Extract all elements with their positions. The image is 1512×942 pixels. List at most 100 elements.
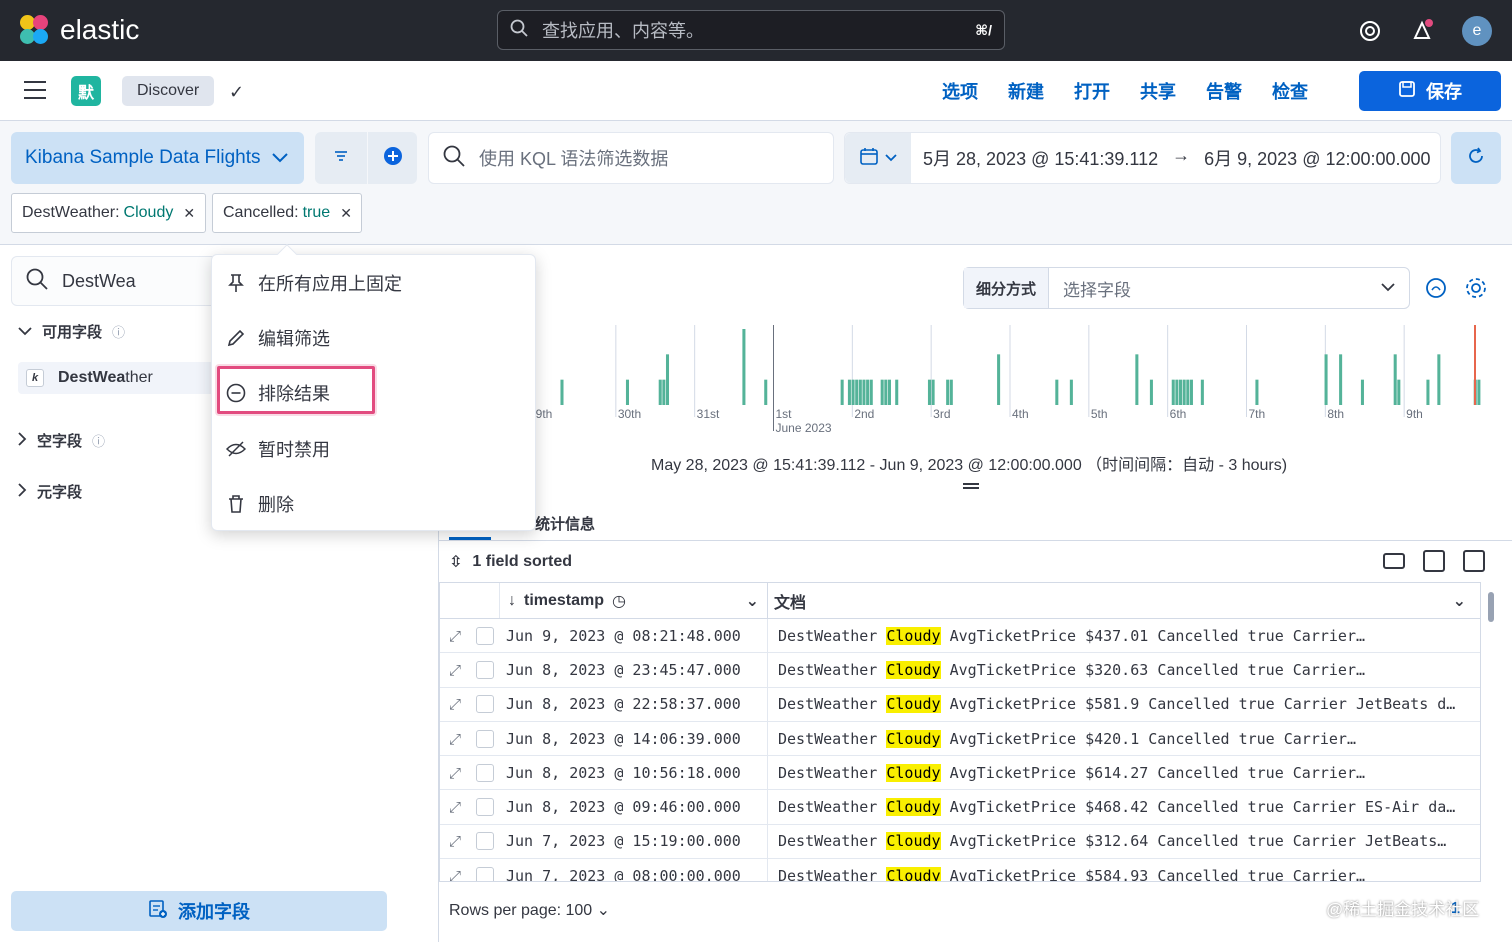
expand-icon[interactable]: ⤢ — [440, 832, 470, 850]
data-view-picker[interactable]: Kibana Sample Data Flights — [11, 132, 304, 184]
table-row[interactable]: ⤢ Jun 8, 2023 @ 10:56:18.000 DestWeather C… — [440, 756, 1480, 791]
kql-search-input[interactable]: 使用 KQL 语法筛选数据 — [428, 132, 834, 184]
expand-icon[interactable]: ⤢ — [440, 627, 470, 645]
row-checkbox[interactable] — [476, 729, 494, 748]
help-icon[interactable] — [1358, 19, 1382, 43]
add-field-button[interactable]: 添加字段 — [11, 891, 387, 931]
keyword-type-icon: k — [26, 369, 44, 387]
row-checkbox[interactable] — [476, 832, 494, 851]
row-checkbox[interactable] — [476, 660, 494, 679]
table-row[interactable]: ⤢ Jun 8, 2023 @ 09:46:00.000 DestWeather C… — [440, 790, 1480, 825]
sorted-label[interactable]: 1 field sorted — [472, 553, 572, 571]
space-badge[interactable]: 默 — [71, 76, 101, 106]
save-button[interactable]: 保存 — [1359, 71, 1501, 111]
row-checkbox[interactable] — [476, 798, 494, 817]
fullscreen-icon[interactable] — [1463, 550, 1485, 572]
histogram-bar — [1179, 379, 1183, 405]
menu-item-edit[interactable]: 编辑筛选 — [226, 320, 330, 356]
resize-handle-icon[interactable] — [963, 483, 979, 489]
tab-selected-indicator — [449, 537, 491, 540]
add-filter-button[interactable] — [368, 132, 417, 184]
row-checkbox[interactable] — [476, 866, 494, 881]
grid-toolbar: ⇳ 1 field sorted — [439, 542, 1503, 582]
nav-link-options[interactable]: 选项 — [942, 78, 978, 104]
menu-item-delete[interactable]: 删除 — [226, 486, 294, 522]
eye-closed-icon — [226, 439, 246, 459]
columns-icon[interactable] — [1423, 550, 1445, 572]
doc-field-name: AvgTicketPrice — [949, 729, 1077, 748]
empty-fields-toggle[interactable]: 空字段 ⓘ — [18, 430, 105, 451]
main-panel: 细分方式 选择字段 29th 30th 31st 1stJune 2023 2nd 3rd… — [438, 255, 1512, 942]
top-header: elastic 查找应用、内容等。 ⌘/ e — [0, 0, 1512, 61]
refresh-button[interactable] — [1451, 132, 1501, 184]
query-bar: Kibana Sample Data Flights 使用 KQL 语法筛选数据 — [0, 121, 1512, 245]
quick-date-button[interactable] — [845, 133, 911, 183]
available-fields-toggle[interactable]: 可用字段 ⓘ — [18, 321, 125, 342]
expand-icon[interactable]: ⤢ — [440, 764, 470, 782]
menu-item-disable[interactable]: 暂时禁用 — [226, 431, 330, 467]
doc-price: $437.01 — [1085, 626, 1149, 645]
table-row[interactable]: ⤢ Jun 8, 2023 @ 23:45:47.000 DestWeather C… — [440, 653, 1480, 688]
column-header-timestamp[interactable]: ↓ timestamp ◷ ⌄ — [500, 583, 768, 618]
date-end[interactable]: 6月 9, 2023 @ 12:00:00.000 — [1204, 145, 1430, 171]
gear-icon[interactable] — [1464, 276, 1488, 305]
close-icon[interactable]: ✕ — [183, 205, 195, 222]
sort-icon[interactable]: ⇳ — [449, 552, 462, 572]
table-row[interactable]: ⤢ Jun 9, 2023 @ 08:21:48.000 DestWeather C… — [440, 619, 1480, 654]
nav-link-inspect[interactable]: 检查 — [1272, 78, 1308, 104]
nav-link-share[interactable]: 共享 — [1140, 78, 1176, 104]
ai-assistant-icon[interactable] — [1424, 276, 1448, 305]
notifications-icon[interactable] — [1410, 18, 1434, 43]
histogram-bar — [1175, 379, 1179, 405]
table-row[interactable]: ⤢ Jun 8, 2023 @ 14:06:39.000 DestWeather C… — [440, 721, 1480, 757]
x-tick-label: 1st — [776, 407, 793, 421]
filter-pill-destweather[interactable]: DestWeather: Cloudy ✕ — [11, 193, 206, 233]
close-icon[interactable]: ✕ — [340, 205, 352, 222]
row-checkbox[interactable] — [476, 695, 494, 714]
nav-link-alerts[interactable]: 告警 — [1206, 78, 1242, 104]
chevron-down-icon[interactable]: ⌄ — [746, 591, 759, 611]
nav-link-new[interactable]: 新建 — [1008, 78, 1044, 104]
filter-menu-button[interactable] — [315, 132, 367, 184]
elastic-logo[interactable]: elastic — [18, 13, 139, 47]
row-checkbox[interactable] — [476, 626, 494, 645]
histogram-chart[interactable]: 29th 30th 31st 1stJune 2023 2nd 3rd 4th 5th 6th 7… — [535, 325, 1481, 435]
expand-icon[interactable]: ⤢ — [440, 695, 470, 713]
filter-pill-cancelled[interactable]: Cancelled: true ✕ — [212, 193, 362, 233]
menu-item-pin[interactable]: 在所有应用上固定 — [226, 265, 402, 301]
x-tick-label: 29th — [535, 407, 552, 421]
doc-tail: Carrier JetBeats… — [1292, 832, 1447, 851]
breakdown-select[interactable]: 细分方式 选择字段 — [963, 267, 1410, 309]
table-row[interactable]: ⤢ Jun 7, 2023 @ 08:00:00.000 DestWeather C… — [440, 859, 1480, 881]
x-tick-label: 6th — [1170, 407, 1187, 421]
expand-icon[interactable]: ⤢ — [440, 798, 470, 816]
column-header-document[interactable]: 文档 ⌄ — [768, 589, 1480, 613]
date-start[interactable]: 5月 28, 2023 @ 15:41:39.112 — [923, 145, 1158, 171]
breadcrumb-discover[interactable]: Discover — [122, 76, 215, 106]
meta-fields-toggle[interactable]: 元字段 — [18, 481, 82, 502]
keyboard-icon[interactable] — [1383, 553, 1405, 569]
rows-per-page-label: Rows per page: 100 — [449, 902, 593, 919]
expand-icon[interactable]: ⤢ — [440, 867, 470, 881]
global-search-input[interactable]: 查找应用、内容等。 ⌘/ — [497, 10, 1005, 50]
doc-cancelled: Cancelled true — [1148, 695, 1275, 714]
user-avatar[interactable]: e — [1462, 15, 1492, 46]
doc-field-name: DestWeather — [778, 695, 878, 714]
rows-per-page-select[interactable]: Rows per page: 100 ⌄ — [449, 900, 610, 920]
table-row[interactable]: ⤢ Jun 7, 2023 @ 15:19:00.000 DestWeather C… — [440, 824, 1480, 860]
chevron-right-icon — [18, 482, 27, 501]
doc-cancelled: Cancelled true — [1148, 729, 1275, 748]
chevron-down-icon[interactable]: ⌄ — [1453, 591, 1466, 611]
nav-link-open[interactable]: 打开 — [1074, 78, 1110, 104]
menu-toggle-icon[interactable] — [24, 81, 46, 99]
app-nav-bar: 默 Discover ✓ 选项 新建 打开 共享 告警 检查 保存 — [0, 61, 1512, 121]
expand-icon[interactable]: ⤢ — [440, 661, 470, 679]
row-checkbox[interactable] — [476, 763, 494, 782]
table-row[interactable]: ⤢ Jun 8, 2023 @ 22:58:37.000 DestWeather C… — [440, 687, 1480, 722]
pencil-icon — [226, 328, 246, 348]
doc-highlight: Cloudy — [886, 695, 941, 714]
grid-scrollbar[interactable] — [1488, 592, 1494, 622]
expand-icon[interactable]: ⤢ — [440, 730, 470, 748]
tab-field-statistics[interactable]: 统计信息 — [535, 513, 595, 534]
histogram-bar — [1397, 379, 1401, 405]
